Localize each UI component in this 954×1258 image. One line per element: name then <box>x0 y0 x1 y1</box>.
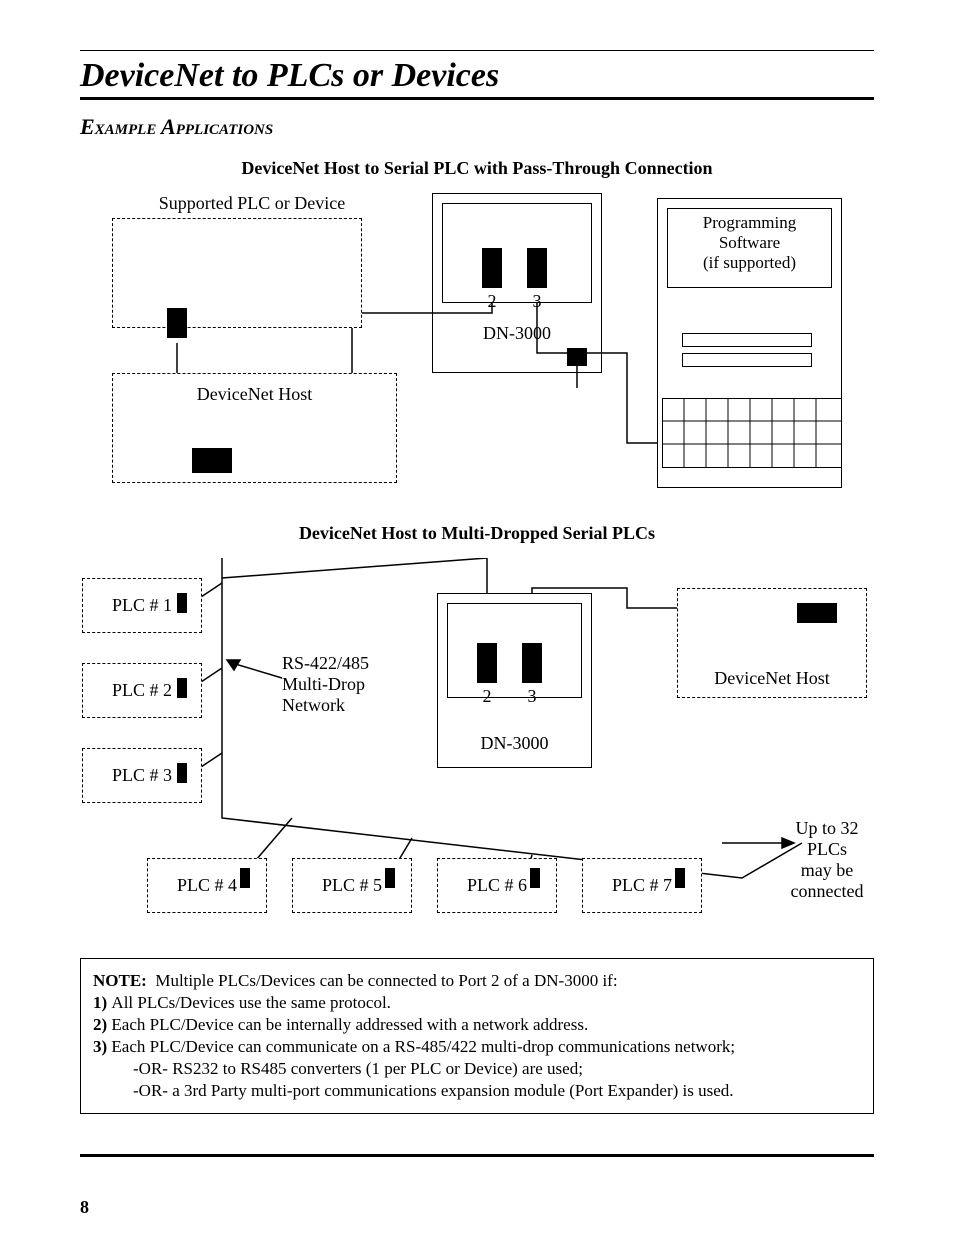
figure1-diagram: Supported PLC or Device 2 3 DN-3000 Devi… <box>82 193 872 493</box>
dn3000-port2-label: 2 <box>482 291 502 312</box>
plc2-port-icon <box>177 678 187 698</box>
dn3000-port2-icon <box>477 643 497 683</box>
host-label: DeviceNet Host <box>197 384 312 405</box>
network-label: RS-422/485 Multi-Drop Network <box>282 653 412 716</box>
dn3000-box <box>442 203 592 303</box>
note-item1: 1) All PLCs/Devices use the same protoco… <box>93 993 861 1013</box>
host-port-icon <box>192 448 232 473</box>
plc5-label: PLC # 5 <box>322 875 382 896</box>
plc1-port-icon <box>177 593 187 613</box>
dn3000-port3-icon <box>527 248 547 288</box>
plc-box <box>112 218 362 328</box>
plc6-label: PLC # 6 <box>467 875 527 896</box>
plc2-label: PLC # 2 <box>112 680 172 701</box>
dn3000-inner <box>447 603 582 698</box>
plc-label: Supported PLC or Device <box>142 193 362 214</box>
plc3-port-icon <box>177 763 187 783</box>
dn3000-label: DN-3000 <box>442 323 592 344</box>
plc-port-icon <box>167 308 187 338</box>
plc1-label: PLC # 1 <box>112 595 172 616</box>
dn3000-port2-label: 2 <box>477 686 497 707</box>
plc5-port-icon <box>385 868 395 888</box>
pc-drive1 <box>682 333 812 347</box>
software-box: Programming Software (if supported) <box>667 208 832 288</box>
note-box: NOTE: Multiple PLCs/Devices can be conne… <box>80 958 874 1114</box>
figure2-diagram: PLC # 1 PLC # 2 PLC # 3 PLC # 4 PLC # 5 … <box>82 558 872 928</box>
section-subtitle: Example Applications <box>80 114 874 140</box>
page-number: 8 <box>80 1197 89 1218</box>
page: DeviceNet to PLCs or Devices Example App… <box>0 0 954 1258</box>
dn3000-port3-label: 3 <box>522 686 542 707</box>
note-item3b: -OR- RS232 to RS485 converters (1 per PL… <box>93 1059 861 1079</box>
rule-under-title <box>80 97 874 100</box>
plc3-label: PLC # 3 <box>112 765 172 786</box>
note-item2: 2) Each PLC/Device can be internally add… <box>93 1015 861 1035</box>
figure2-title: DeviceNet Host to Multi-Dropped Serial P… <box>80 523 874 544</box>
limit-label: Up to 32 PLCs may be connected <box>777 818 877 902</box>
note-lead: NOTE: Multiple PLCs/Devices can be conne… <box>93 971 861 991</box>
plc4-port-icon <box>240 868 250 888</box>
plc4-label: PLC # 4 <box>177 875 237 896</box>
plc7-port-icon <box>675 868 685 888</box>
note-item3: 3) Each PLC/Device can communicate on a … <box>93 1037 861 1057</box>
note-item3c: -OR- a 3rd Party multi-port communicatio… <box>93 1081 861 1101</box>
host-port-icon <box>797 603 837 623</box>
rule-footer <box>80 1154 874 1157</box>
host-label: DeviceNet Host <box>692 668 852 689</box>
page-title: DeviceNet to PLCs or Devices <box>80 57 874 95</box>
dn3000-label: DN-3000 <box>437 733 592 754</box>
plc6-port-icon <box>530 868 540 888</box>
pc-drive2 <box>682 353 812 367</box>
dn3000-port2-icon <box>482 248 502 288</box>
figure1-title: DeviceNet Host to Serial PLC with Pass-T… <box>80 158 874 179</box>
plc7-label: PLC # 7 <box>612 875 672 896</box>
host-box: DeviceNet Host <box>112 373 397 483</box>
dn3000-port3-icon <box>522 643 542 683</box>
dn3000-port3-label: 3 <box>527 291 547 312</box>
dn3000-host-port-icon <box>567 348 587 366</box>
footer: 8 <box>80 1197 874 1218</box>
rule-top <box>80 50 874 51</box>
